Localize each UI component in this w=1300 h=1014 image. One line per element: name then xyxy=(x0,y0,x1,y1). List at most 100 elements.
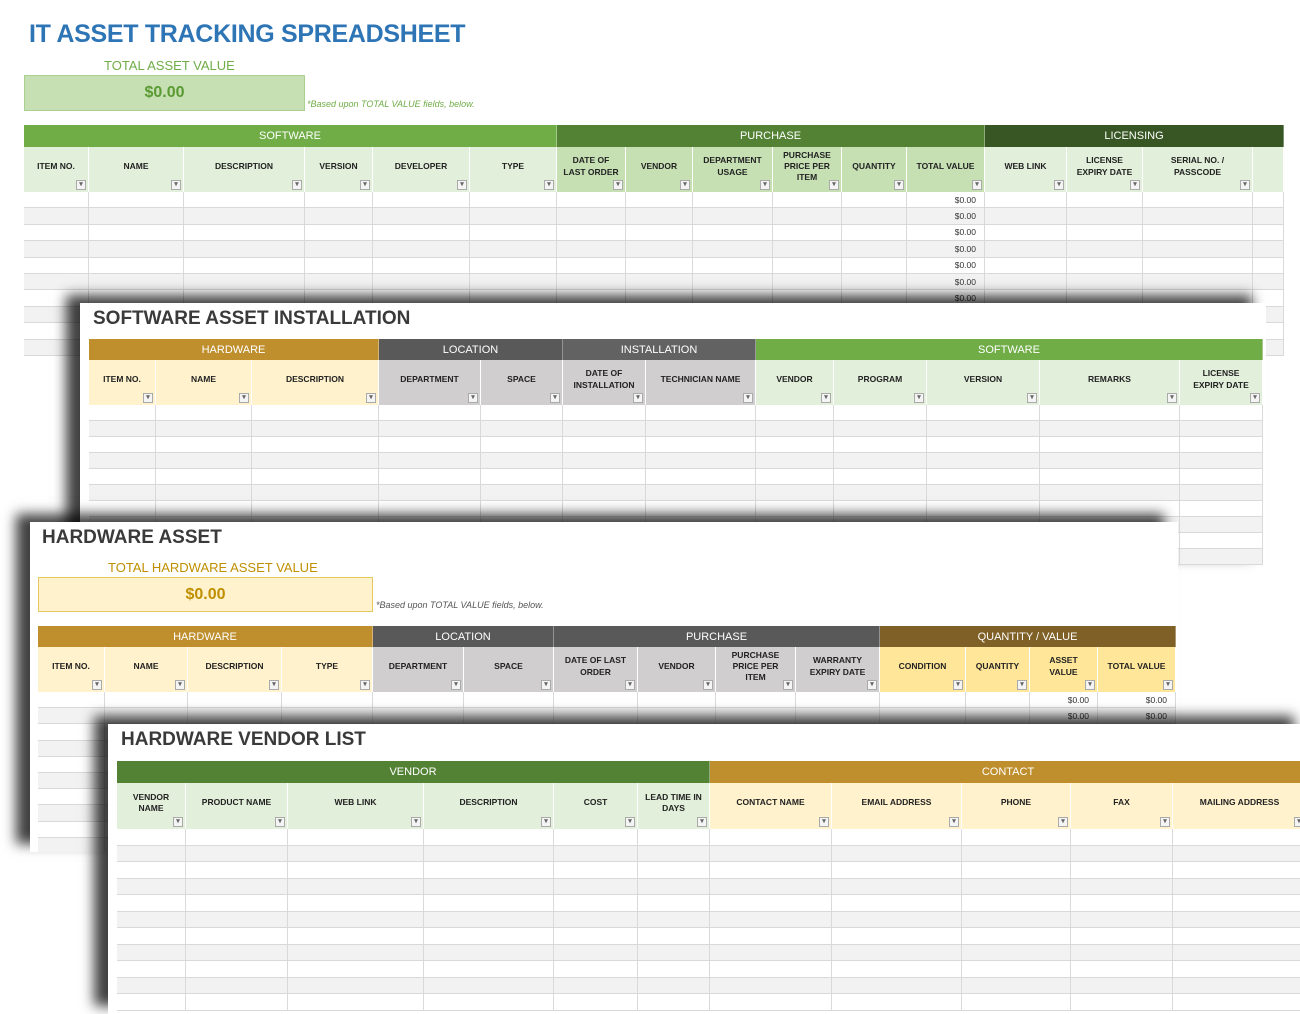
table-cell[interactable] xyxy=(834,501,927,517)
table-cell[interactable] xyxy=(117,829,186,846)
table-cell[interactable] xyxy=(288,829,424,846)
table-cell[interactable] xyxy=(1071,977,1173,994)
column-header[interactable]: QUANTITY ▾ xyxy=(966,647,1030,692)
table-cell[interactable] xyxy=(1253,257,1284,274)
table-cell[interactable] xyxy=(638,994,710,1011)
table-cell[interactable] xyxy=(557,241,626,258)
table-cell[interactable] xyxy=(89,501,156,517)
table-cell[interactable] xyxy=(1040,421,1180,437)
table-cell[interactable] xyxy=(1173,945,1300,961)
table-cell[interactable] xyxy=(379,469,481,485)
table-cell[interactable] xyxy=(962,944,1071,961)
table-cell[interactable] xyxy=(646,469,756,485)
table-cell[interactable] xyxy=(184,274,305,291)
filter-dropdown-icon[interactable]: ▾ xyxy=(143,393,153,403)
filter-dropdown-icon[interactable]: ▾ xyxy=(819,817,829,827)
table-cell[interactable] xyxy=(832,911,962,928)
table-cell[interactable] xyxy=(89,257,184,274)
table-cell[interactable] xyxy=(288,977,424,994)
table-cell[interactable] xyxy=(1180,437,1263,453)
table-cell[interactable] xyxy=(379,437,481,453)
table-cell[interactable] xyxy=(834,437,927,453)
column-header[interactable]: DESCRIPTION ▾ xyxy=(252,360,379,405)
table-cell[interactable]: $0.00 xyxy=(1030,708,1098,725)
table-cell[interactable] xyxy=(1180,485,1263,501)
table-cell[interactable] xyxy=(927,501,1040,517)
table-cell[interactable] xyxy=(638,692,716,709)
table-cell[interactable] xyxy=(305,274,373,291)
table-cell[interactable] xyxy=(89,485,156,501)
table-cell[interactable] xyxy=(1040,405,1180,421)
table-cell[interactable] xyxy=(554,994,638,1011)
table-cell[interactable] xyxy=(1040,437,1180,453)
table-cell[interactable] xyxy=(117,862,186,879)
table-cell[interactable] xyxy=(89,208,184,225)
column-header[interactable]: FAX ▾ xyxy=(1071,783,1173,829)
table-cell[interactable] xyxy=(1173,994,1300,1011)
column-header[interactable]: QUANTITY ▾ xyxy=(842,147,907,192)
table-cell[interactable] xyxy=(1173,912,1300,928)
table-cell[interactable] xyxy=(834,405,927,421)
table-cell[interactable] xyxy=(756,405,834,421)
table-cell[interactable] xyxy=(962,961,1071,978)
table-cell[interactable] xyxy=(962,878,1071,895)
table-cell[interactable] xyxy=(638,895,710,912)
column-header[interactable]: TECHNICIAN NAME ▾ xyxy=(646,360,756,405)
table-cell[interactable] xyxy=(927,437,1040,453)
table-cell[interactable] xyxy=(832,829,962,846)
table-cell[interactable] xyxy=(1071,911,1173,928)
table-cell[interactable] xyxy=(117,961,186,978)
filter-dropdown-icon[interactable]: ▾ xyxy=(894,180,904,190)
table-cell[interactable] xyxy=(832,862,962,879)
table-cell[interactable] xyxy=(554,961,638,978)
table-cell[interactable] xyxy=(832,944,962,961)
table-cell[interactable] xyxy=(710,829,832,846)
table-cell[interactable] xyxy=(38,708,105,725)
table-cell[interactable] xyxy=(481,485,563,501)
table-cell[interactable] xyxy=(880,692,966,709)
table-cell[interactable]: $0.00 xyxy=(907,224,985,242)
table-cell[interactable] xyxy=(89,192,184,209)
column-header[interactable]: CONTACT NAME ▾ xyxy=(710,783,832,829)
table-cell[interactable] xyxy=(710,977,832,994)
table-cell[interactable] xyxy=(693,257,773,274)
table-cell[interactable] xyxy=(305,257,373,274)
table-cell[interactable] xyxy=(156,485,252,501)
table-cell[interactable] xyxy=(373,241,470,258)
table-cell[interactable] xyxy=(962,911,1071,928)
table-cell[interactable] xyxy=(1180,469,1263,485)
table-cell[interactable] xyxy=(773,208,842,225)
table-cell[interactable] xyxy=(1071,829,1173,846)
table-cell[interactable] xyxy=(1180,533,1263,549)
table-cell[interactable] xyxy=(638,708,716,725)
filter-dropdown-icon[interactable]: ▾ xyxy=(1250,393,1260,403)
table-cell[interactable] xyxy=(379,453,481,469)
column-header[interactable]: REMARKS ▾ xyxy=(1040,360,1180,405)
table-cell[interactable] xyxy=(962,829,1071,846)
table-cell[interactable] xyxy=(1067,208,1143,225)
table-cell[interactable] xyxy=(638,911,710,928)
table-cell[interactable] xyxy=(186,895,288,912)
table-cell[interactable] xyxy=(481,501,563,517)
table-cell[interactable] xyxy=(693,241,773,258)
table-cell[interactable] xyxy=(38,789,105,806)
column-header[interactable]: NAME ▾ xyxy=(89,147,184,192)
table-cell[interactable] xyxy=(1180,517,1263,533)
table-cell[interactable] xyxy=(89,469,156,485)
table-cell[interactable] xyxy=(626,274,693,291)
table-cell[interactable] xyxy=(554,845,638,862)
table-cell[interactable] xyxy=(1180,421,1263,437)
table-cell[interactable] xyxy=(966,708,1030,725)
table-cell[interactable] xyxy=(554,829,638,846)
table-cell[interactable] xyxy=(646,421,756,437)
table-cell[interactable] xyxy=(117,994,186,1011)
table-cell[interactable] xyxy=(156,501,252,517)
table-cell[interactable] xyxy=(1071,928,1173,945)
column-header[interactable]: DATE OF LAST ORDER ▾ xyxy=(557,147,626,192)
column-header[interactable]: DEPARTMENT ▾ xyxy=(379,360,481,405)
table-cell[interactable] xyxy=(252,421,379,437)
table-cell[interactable] xyxy=(710,928,832,945)
column-header[interactable]: LICENSE EXPIRY DATE ▾ xyxy=(1067,147,1143,192)
table-cell[interactable] xyxy=(38,756,105,773)
table-cell[interactable] xyxy=(24,224,89,242)
